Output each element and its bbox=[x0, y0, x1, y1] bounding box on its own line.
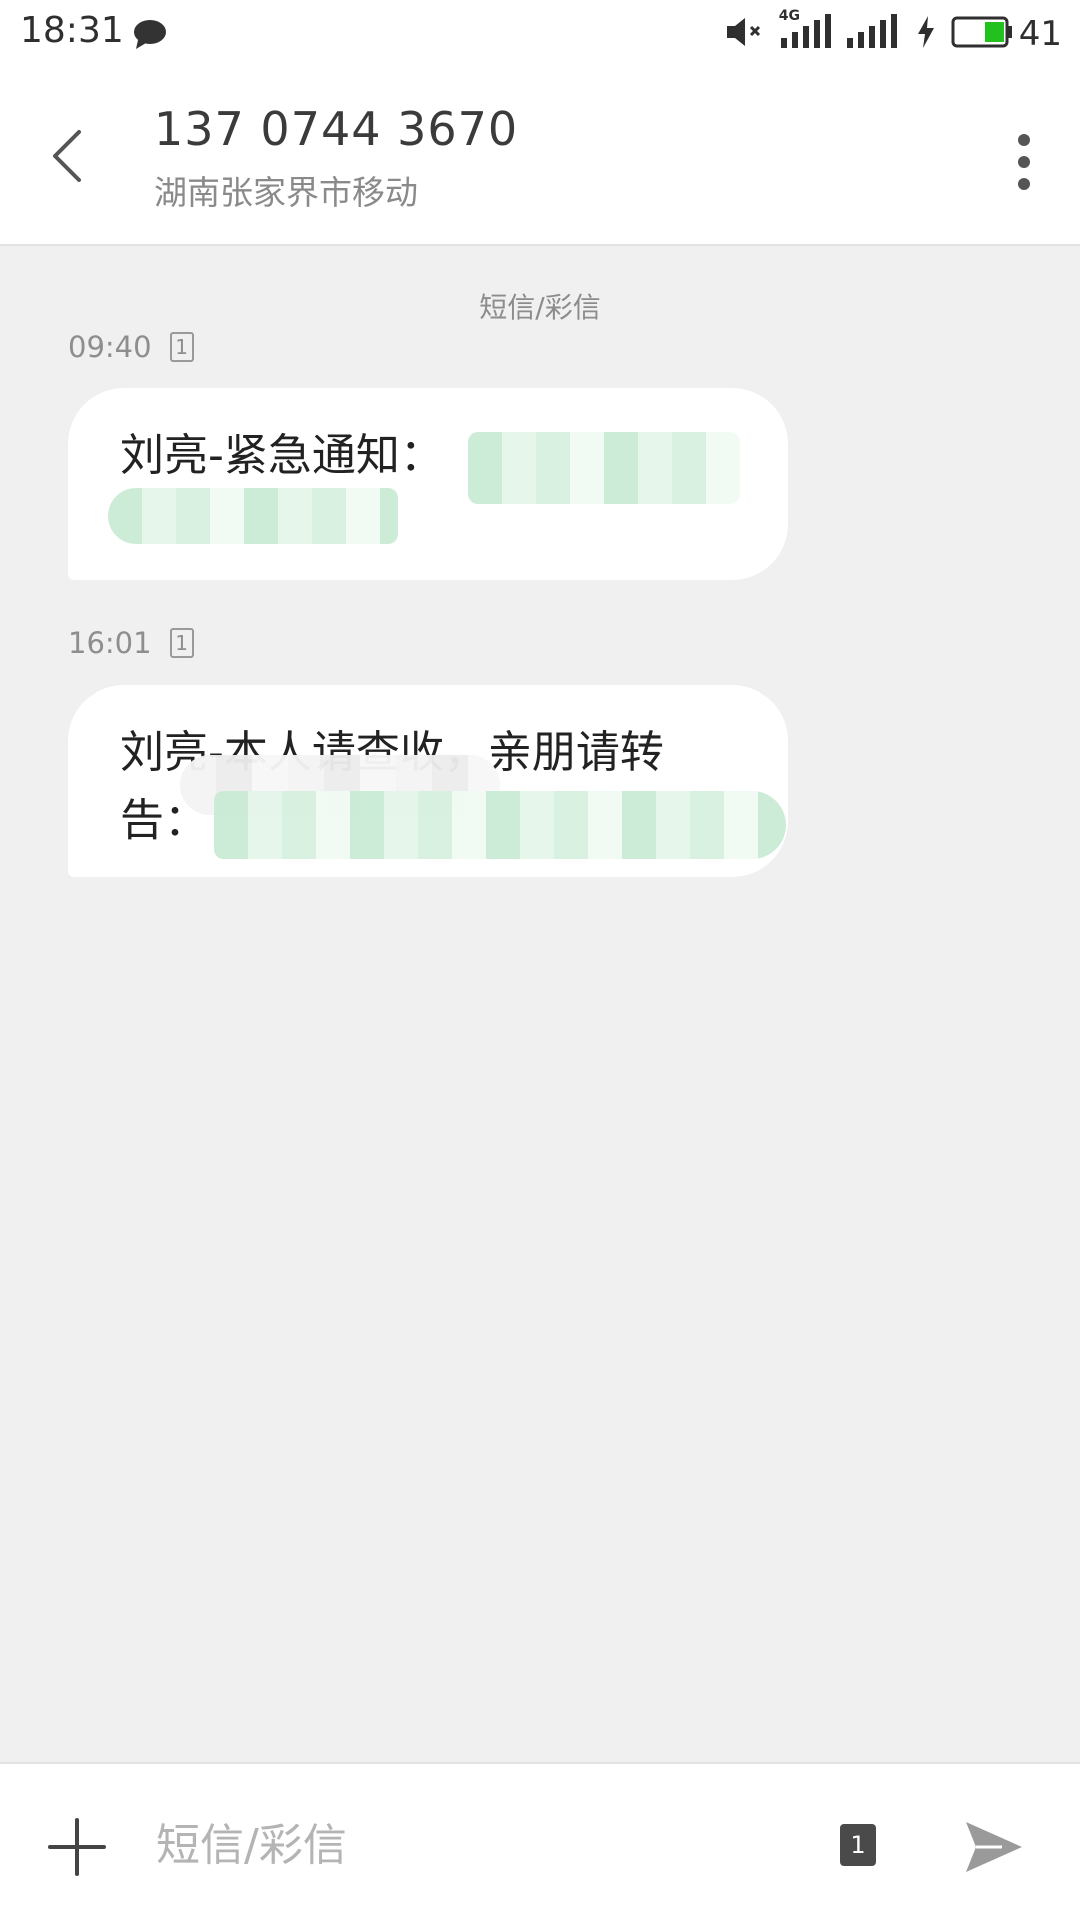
status-icons: 4G 41 bbox=[711, 8, 1062, 56]
sim-card-icon: 1 bbox=[169, 628, 194, 658]
contact-number[interactable]: 137 0744 3670 bbox=[154, 102, 518, 156]
message-input[interactable] bbox=[154, 1802, 798, 1888]
message-text: 刘亮-紧急通知： bbox=[120, 430, 444, 481]
network-type-label: 4G bbox=[778, 8, 800, 24]
redacted-content bbox=[214, 791, 786, 859]
send-icon bbox=[966, 1822, 1022, 1872]
send-button[interactable] bbox=[962, 1818, 1026, 1876]
charging-icon bbox=[915, 15, 937, 53]
contact-location: 湖南张家界市移动 bbox=[154, 173, 418, 212]
battery-icon bbox=[951, 15, 1013, 53]
sim-card-icon[interactable]: 1 bbox=[840, 1824, 876, 1866]
redacted-content bbox=[108, 488, 398, 544]
battery-level: 41 bbox=[1018, 14, 1062, 54]
channel-label: 短信/彩信 bbox=[479, 291, 601, 324]
redacted-content bbox=[468, 432, 740, 504]
message-bubble[interactable]: 刘亮-本人请查收，亲朋请转告： bbox=[68, 685, 788, 877]
status-bar: 18:31 4G 41 bbox=[0, 0, 1080, 66]
status-time: 18:31 bbox=[20, 10, 124, 51]
sim-card-icon: 1 bbox=[169, 332, 194, 362]
message-bubble[interactable]: 刘亮-紧急通知： bbox=[68, 388, 788, 580]
mute-icon bbox=[725, 15, 765, 53]
message-meta: 09:40 1 bbox=[68, 330, 194, 364]
signal-icon: 4G bbox=[779, 8, 831, 54]
more-options-button[interactable] bbox=[1004, 122, 1044, 202]
message-time: 16:01 bbox=[68, 626, 152, 660]
add-attachment-button[interactable] bbox=[46, 1816, 108, 1878]
sms-conversation-screen: 18:31 4G 41 137 0744 3670 湖南张家界市移动 短信/彩信… bbox=[0, 0, 1080, 1920]
message-meta: 16:01 1 bbox=[68, 626, 194, 660]
more-vertical-icon bbox=[1018, 134, 1030, 190]
message-time: 09:40 bbox=[68, 330, 152, 364]
signal-icon bbox=[845, 14, 901, 54]
back-button[interactable] bbox=[36, 116, 96, 196]
conversation-header: 137 0744 3670 湖南张家界市移动 bbox=[0, 66, 1080, 246]
add-icon bbox=[48, 1818, 106, 1876]
compose-bar: 1 bbox=[0, 1762, 1080, 1920]
back-arrow-icon bbox=[53, 130, 81, 182]
chat-bubble-icon bbox=[132, 18, 168, 54]
